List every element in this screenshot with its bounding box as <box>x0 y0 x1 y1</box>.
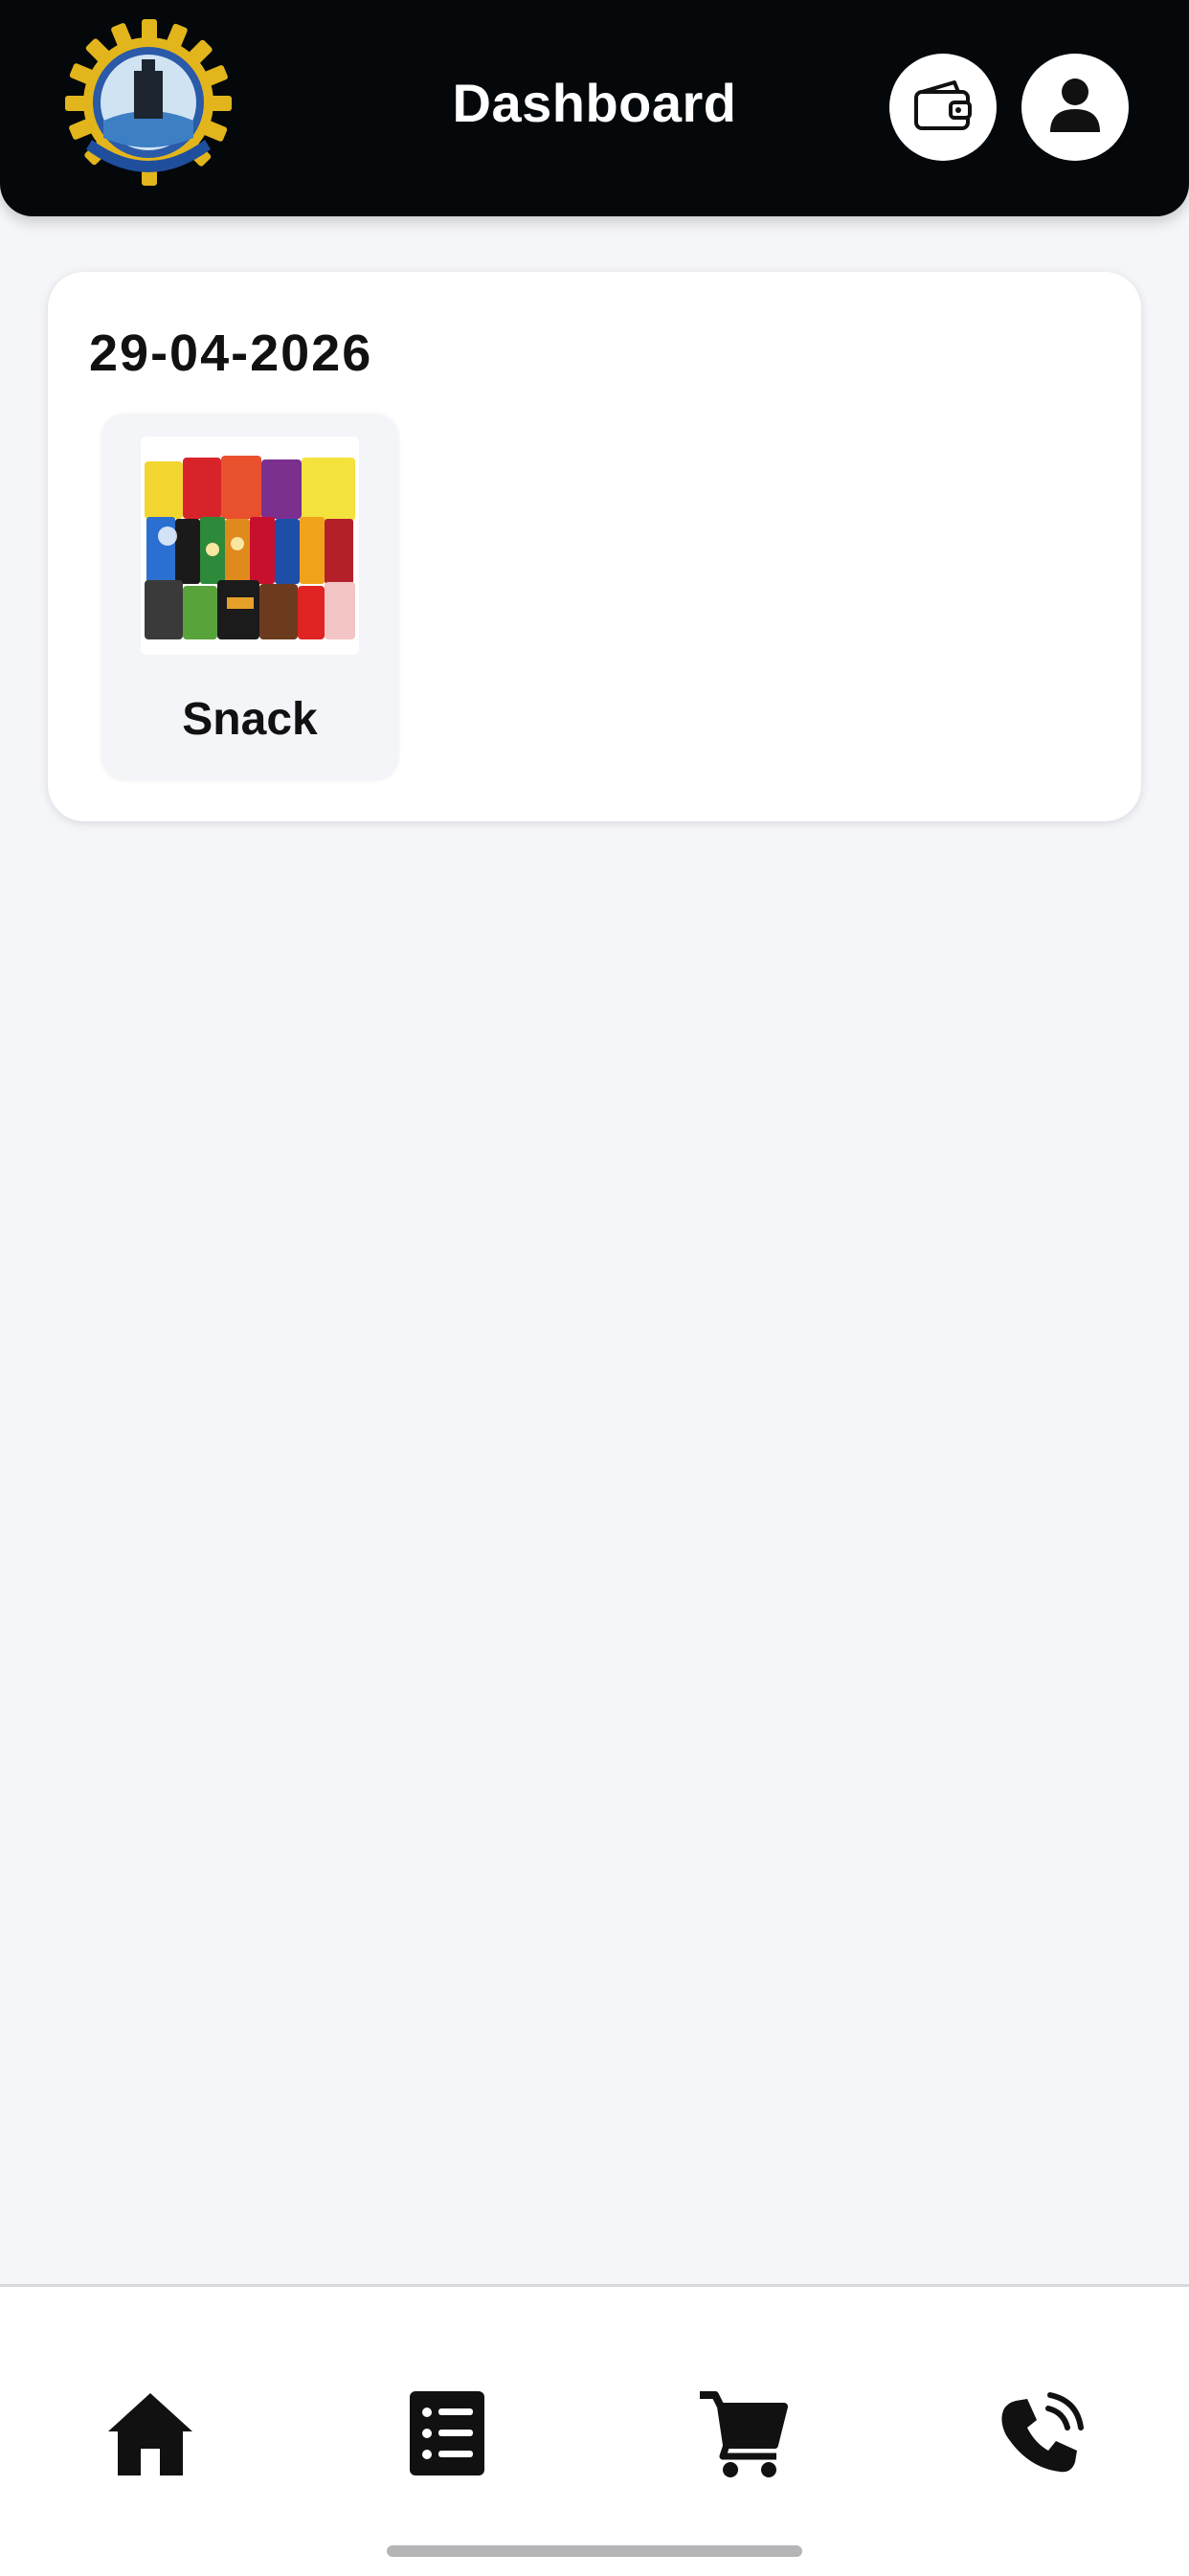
nav-contact[interactable] <box>988 2383 1093 2488</box>
home-icon <box>104 2387 196 2484</box>
nav-home[interactable] <box>98 2383 203 2488</box>
phone-call-icon <box>995 2387 1087 2484</box>
cart-icon <box>698 2387 790 2484</box>
wallet-button[interactable] <box>889 54 997 161</box>
app-header: Dashboard <box>0 0 1189 216</box>
snack-assortment-image <box>141 437 359 655</box>
list-icon <box>408 2389 486 2482</box>
user-icon <box>1048 77 1102 139</box>
wallet-icon <box>912 78 974 137</box>
page-title: Dashboard <box>452 73 737 133</box>
bottom-nav <box>0 2284 1189 2576</box>
day-card: 29-04-2026 Snack <box>48 272 1141 821</box>
card-date: 29-04-2026 <box>89 325 373 382</box>
item-label: Snack <box>182 694 318 745</box>
home-indicator <box>387 2545 802 2557</box>
item-tile-snack[interactable]: Snack <box>101 414 398 779</box>
profile-button[interactable] <box>1021 54 1129 161</box>
nav-cart[interactable] <box>691 2383 796 2488</box>
nav-orders[interactable] <box>394 2383 500 2488</box>
